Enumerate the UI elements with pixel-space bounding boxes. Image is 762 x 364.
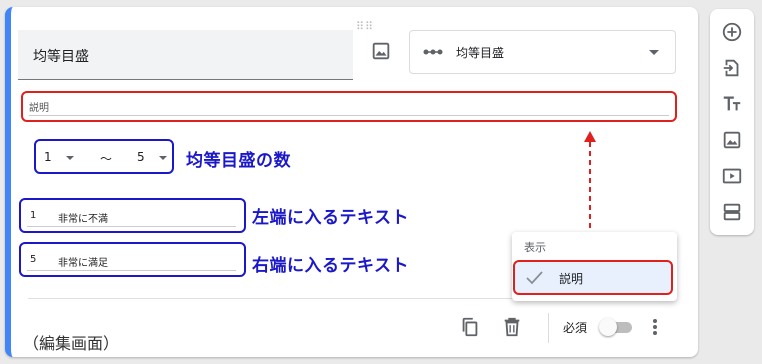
scale-min-value[interactable]: 1 [44, 150, 52, 164]
description-field[interactable]: 説明 [21, 91, 677, 122]
popup-header: 表示 [524, 241, 546, 254]
add-question-icon[interactable] [721, 21, 743, 43]
show-menu-popup: 表示 説明 [512, 232, 677, 301]
right-label-field[interactable]: 5 非常に満足 [19, 242, 246, 277]
left-label-text: 非常に不満 [58, 214, 108, 225]
add-title-icon[interactable] [721, 93, 743, 115]
description-underline [29, 115, 669, 116]
description-placeholder: 説明 [29, 103, 49, 114]
right-label-underline [27, 270, 236, 271]
scale-separator: 〜 [100, 152, 113, 166]
right-label-text: 非常に満足 [58, 258, 108, 269]
question-type-label: 均等目盛 [456, 46, 505, 60]
question-title-field[interactable]: 均等目盛 [18, 30, 353, 80]
import-question-icon[interactable] [721, 57, 743, 79]
footer-separator [548, 313, 549, 343]
scale-max-dropdown-icon[interactable] [159, 156, 167, 160]
annotation-right-text: 右端に入るテキスト [252, 256, 409, 276]
left-label-underline [27, 226, 236, 227]
duplicate-icon[interactable] [459, 316, 481, 338]
required-label: 必須 [563, 321, 588, 335]
left-label-field[interactable]: 1 非常に不満 [19, 198, 246, 233]
annotation-left-text: 左端に入るテキスト [252, 208, 409, 228]
menu-item-description[interactable]: 説明 [513, 260, 673, 295]
required-toggle-knob [599, 318, 617, 336]
question-title-text: 均等目盛 [33, 49, 89, 65]
required-toggle[interactable] [599, 318, 634, 336]
linear-scale-icon [423, 49, 443, 55]
annotation-scale-count: 均等目盛の数 [186, 151, 291, 171]
more-options-icon[interactable] [646, 316, 664, 338]
scale-range-box: 1 〜 5 [34, 139, 174, 174]
left-label-number: 1 [30, 210, 37, 221]
add-video-icon[interactable] [721, 165, 743, 187]
check-icon [526, 271, 543, 285]
add-section-icon[interactable] [721, 201, 743, 223]
scale-max-value[interactable]: 5 [137, 150, 145, 164]
add-image-icon[interactable] [370, 40, 392, 62]
delete-icon[interactable] [501, 316, 523, 338]
question-toolbar [710, 9, 754, 235]
add-image-icon[interactable] [721, 129, 743, 151]
menu-item-label: 説明 [559, 272, 584, 286]
annotation-edit-screen: （編集画面） [23, 334, 120, 353]
scale-min-dropdown-icon[interactable] [66, 156, 74, 160]
chevron-down-icon [649, 50, 659, 55]
drag-handle-icon[interactable]: ⠿⠿ [356, 20, 374, 33]
question-type-select[interactable]: 均等目盛 [409, 30, 676, 74]
right-label-number: 5 [30, 254, 37, 265]
